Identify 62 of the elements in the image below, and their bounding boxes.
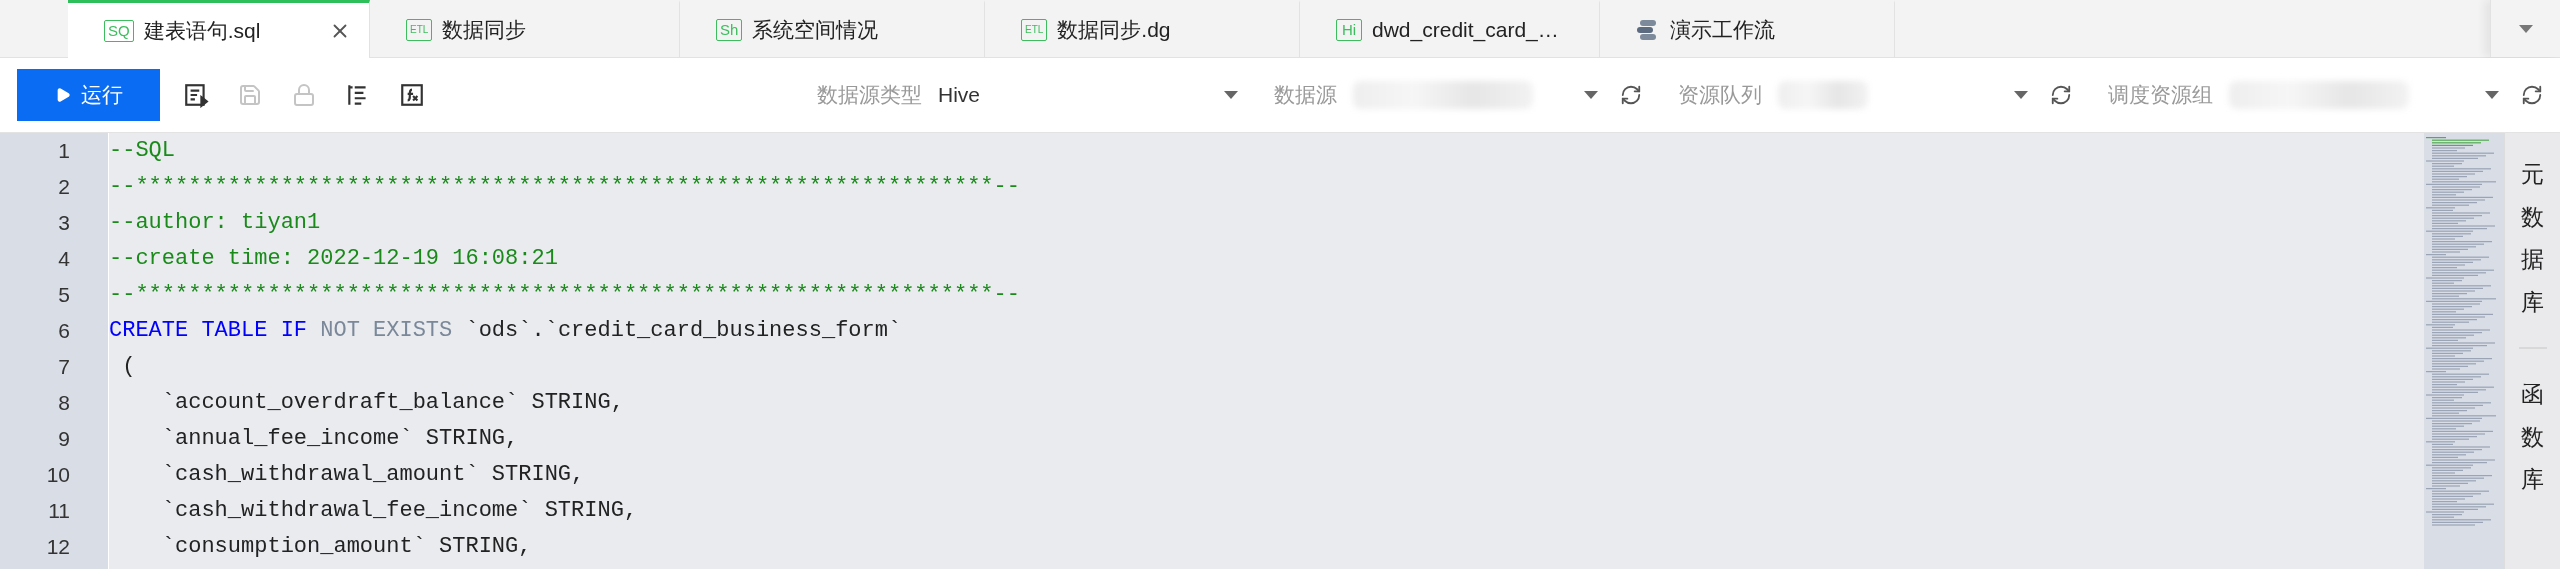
code-line: `annual_fee_income` STRING, (160, 425, 520, 453)
select-value: Hive (938, 83, 980, 107)
caret-icon (1584, 91, 1598, 99)
function-icon (399, 82, 425, 108)
line-number: 12 (45, 534, 71, 560)
format-icon (183, 82, 209, 108)
editor-tab[interactable]: SQ 建表语句.sql (68, 0, 370, 58)
tab-label: 演示工作流 (1670, 17, 1776, 43)
side-panel-tab[interactable]: 元数据库 (2521, 153, 2544, 324)
code-line: CREATE TABLE IF NOT EXISTS `ods`.`credit_card_business_form` (109, 317, 903, 345)
save-icon (238, 83, 262, 107)
select-label: 资源队列 (1678, 82, 1762, 108)
select-label: 数据源类型 (817, 82, 922, 108)
tab-label: 系统空间情况 (752, 17, 880, 43)
editor-tab[interactable]: ETL 数据同步.dg (985, 0, 1300, 57)
line-number: 1 (57, 138, 71, 164)
editor-tab[interactable]: Hi dwd_credit_card_… (1300, 0, 1600, 57)
line-number: 2 (57, 174, 71, 200)
file-type-badge: SQ (104, 19, 134, 42)
dropdown-select[interactable]: Hive (938, 75, 1238, 115)
select-label: 数据源 (1274, 82, 1337, 108)
line-number: 11 (47, 498, 71, 524)
code-line: --author: tiyan1 (109, 209, 322, 237)
caret-icon (2014, 91, 2028, 99)
editor-tab[interactable]: 演示工作流 (1600, 0, 1895, 57)
file-type-badge: Hi (1336, 19, 1362, 41)
code-line: `cash_withdrawal_fee_income` STRING, (160, 497, 639, 525)
caret-icon (2485, 91, 2499, 99)
refresh-icon[interactable] (1620, 84, 1642, 106)
line-number: 3 (57, 210, 71, 236)
refresh-icon[interactable] (2521, 84, 2543, 106)
caret-icon (2518, 24, 2533, 33)
code-line: --SQL (109, 137, 176, 165)
tab-label: 数据同步 (442, 17, 528, 43)
caret-icon (1224, 91, 1238, 99)
editor-tab[interactable]: Sh 系统空间情况 (680, 0, 985, 57)
line-number: 5 (57, 282, 71, 308)
side-panel-tab[interactable]: 函数库 (2521, 373, 2544, 501)
line-number: 6 (57, 318, 71, 344)
editor-tab[interactable]: ETL 数据同步 (370, 0, 680, 57)
file-type-badge: ETL (1021, 19, 1048, 41)
file-type-badge: Sh (716, 19, 743, 41)
code-line: `consumption_amount` STRING, (160, 533, 533, 561)
tab-label: 建表语句.sql (143, 17, 262, 44)
line-number: 4 (57, 246, 71, 272)
code-line: --create time: 2022-12-19 16:08:21 (109, 245, 559, 273)
run-button[interactable]: 运行 (17, 69, 160, 121)
tab-label: 数据同步.dg (1057, 17, 1172, 43)
tab-label: dwd_credit_card_… (1372, 18, 1560, 42)
code-line: --*****************************************************************-- (109, 281, 1021, 309)
line-number: 10 (45, 462, 71, 488)
lock-icon (292, 83, 316, 107)
code-line: `account_overdraft_balance` STRING, (160, 389, 625, 417)
code-line: `cash_withdrawal_amount` STRING, (160, 461, 586, 489)
code-line: ( (121, 353, 137, 381)
code-line: --*****************************************************************-- (109, 173, 1021, 201)
line-number: 8 (57, 390, 71, 416)
line-number: 7 (57, 354, 71, 380)
refresh-icon[interactable] (2050, 84, 2072, 106)
file-type-badge: ETL (406, 19, 433, 41)
select-label: 调度资源组 (2108, 82, 2213, 108)
line-number: 9 (57, 426, 71, 452)
